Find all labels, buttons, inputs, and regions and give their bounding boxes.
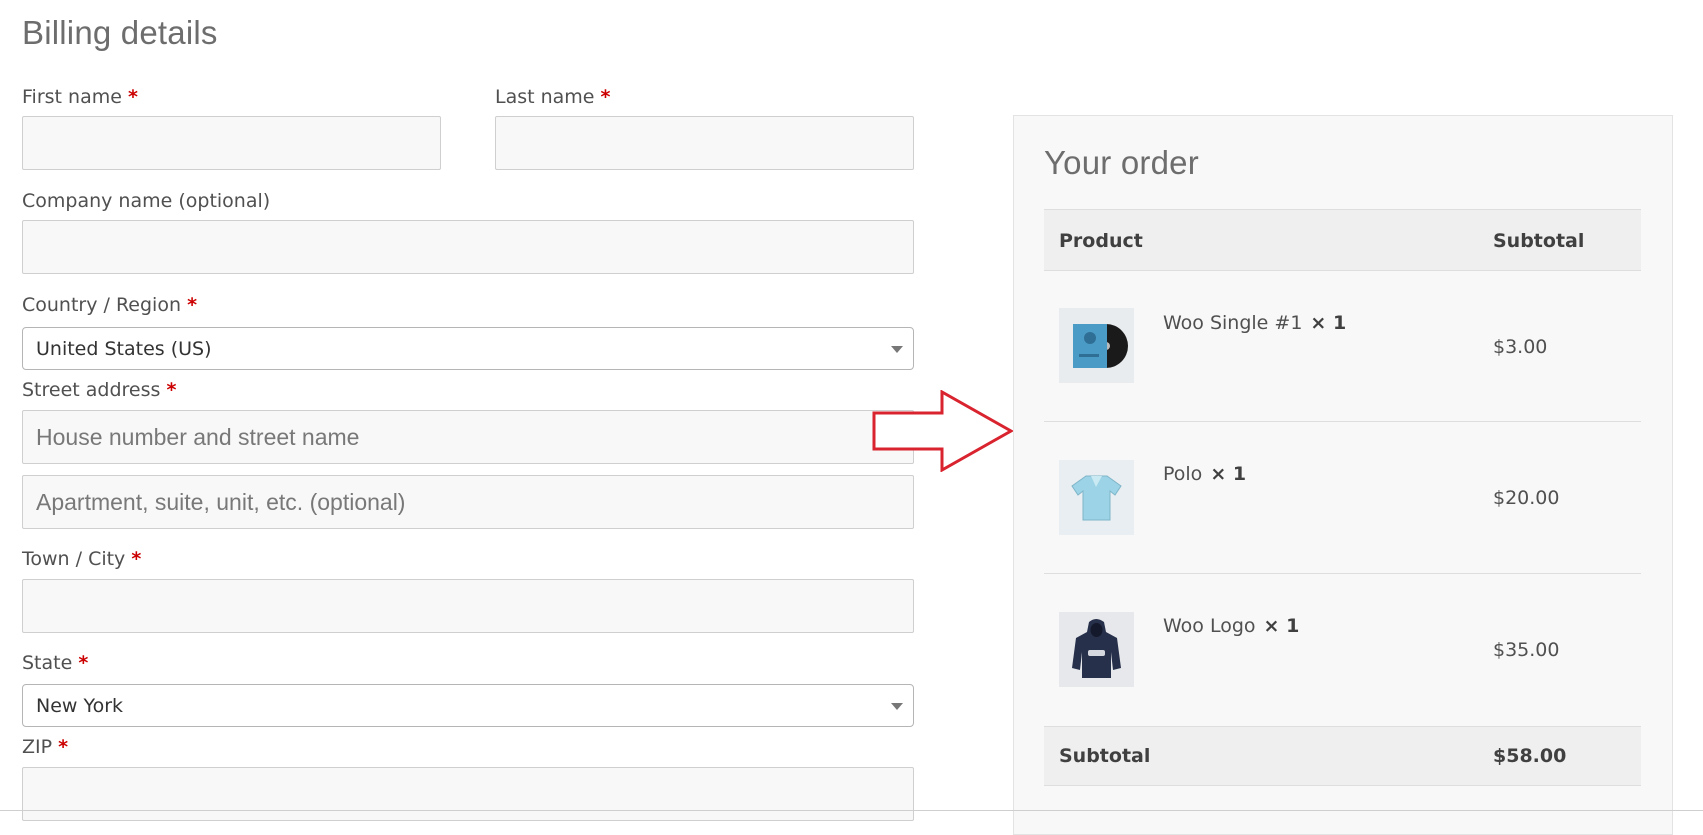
order-item-name: Woo Single #1 × 1 <box>1163 312 1346 334</box>
city-label-text: Town / City <box>22 548 126 570</box>
country-label: Country / Region * <box>22 294 197 316</box>
street-address-label: Street address * <box>22 379 176 401</box>
order-item-qty: × 1 <box>1310 312 1347 334</box>
required-mark: * <box>187 294 197 316</box>
subtotal-label: Subtotal <box>1059 745 1151 767</box>
order-item-name-text: Polo <box>1163 463 1203 485</box>
first-name-label: First name * <box>22 86 138 108</box>
order-item-name: Polo × 1 <box>1163 463 1246 485</box>
city-label: Town / City * <box>22 548 141 570</box>
last-name-label: Last name * <box>495 86 610 108</box>
order-table-header: Product Subtotal <box>1044 209 1641 271</box>
column-header-subtotal: Subtotal <box>1493 230 1585 252</box>
order-item-qty: × 1 <box>1210 463 1247 485</box>
street-address-line2-placeholder: Apartment, suite, unit, etc. (optional) <box>36 488 406 515</box>
state-select-value: New York <box>36 694 124 717</box>
zip-label-text: ZIP <box>22 736 53 758</box>
chevron-down-icon <box>891 702 903 710</box>
order-item-name: Woo Logo × 1 <box>1163 615 1299 637</box>
vinyl-record-thumbnail-icon[interactable] <box>1059 308 1134 383</box>
first-name-label-text: First name <box>22 86 122 108</box>
hoodie-thumbnail-icon[interactable] <box>1059 612 1134 687</box>
state-label: State * <box>22 652 88 674</box>
required-mark: * <box>127 86 138 108</box>
order-item-price: $35.00 <box>1493 639 1560 661</box>
order-item-price: $3.00 <box>1493 336 1548 358</box>
last-name-input[interactable] <box>495 116 914 170</box>
required-mark: * <box>600 86 611 108</box>
right-arrow-annotation-icon <box>872 390 1014 472</box>
billing-details-title: Billing details <box>22 14 218 51</box>
street-address-label-text: Street address <box>22 379 161 401</box>
column-header-product: Product <box>1059 230 1143 252</box>
zip-label: ZIP * <box>22 736 68 758</box>
street-address-line2-input[interactable]: Apartment, suite, unit, etc. (optional) <box>22 475 914 529</box>
subtotal-value: $58.00 <box>1493 745 1567 767</box>
your-order-title: Your order <box>1044 144 1199 181</box>
row-divider <box>1044 573 1641 574</box>
required-mark: * <box>131 548 142 570</box>
company-name-label: Company name (optional) <box>22 190 271 212</box>
order-item-qty: × 1 <box>1263 615 1300 637</box>
required-mark: * <box>58 736 69 758</box>
last-name-label-text: Last name <box>495 86 595 108</box>
company-name-input[interactable] <box>22 220 914 274</box>
country-select[interactable]: United States (US) <box>22 327 914 370</box>
required-mark: * <box>78 652 89 674</box>
required-mark: * <box>166 379 177 401</box>
order-item-name-text: Woo Logo <box>1163 615 1256 637</box>
order-item-price: $20.00 <box>1493 487 1560 509</box>
chevron-down-icon <box>891 345 903 353</box>
row-divider <box>1044 421 1641 422</box>
order-item-name-text: Woo Single #1 <box>1163 312 1303 334</box>
country-label-text: Country / Region <box>22 294 182 316</box>
city-input[interactable] <box>22 579 914 633</box>
order-subtotal-row: Subtotal $58.00 <box>1044 726 1641 786</box>
polo-shirt-thumbnail-icon[interactable] <box>1059 460 1134 535</box>
country-select-value: United States (US) <box>36 337 212 360</box>
state-label-text: State <box>22 652 73 674</box>
zip-input[interactable] <box>22 767 914 821</box>
street-address-line1-input[interactable]: House number and street name <box>22 410 914 464</box>
state-select[interactable]: New York <box>22 684 914 727</box>
street-address-line1-placeholder: House number and street name <box>36 423 360 450</box>
first-name-input[interactable] <box>22 116 441 170</box>
